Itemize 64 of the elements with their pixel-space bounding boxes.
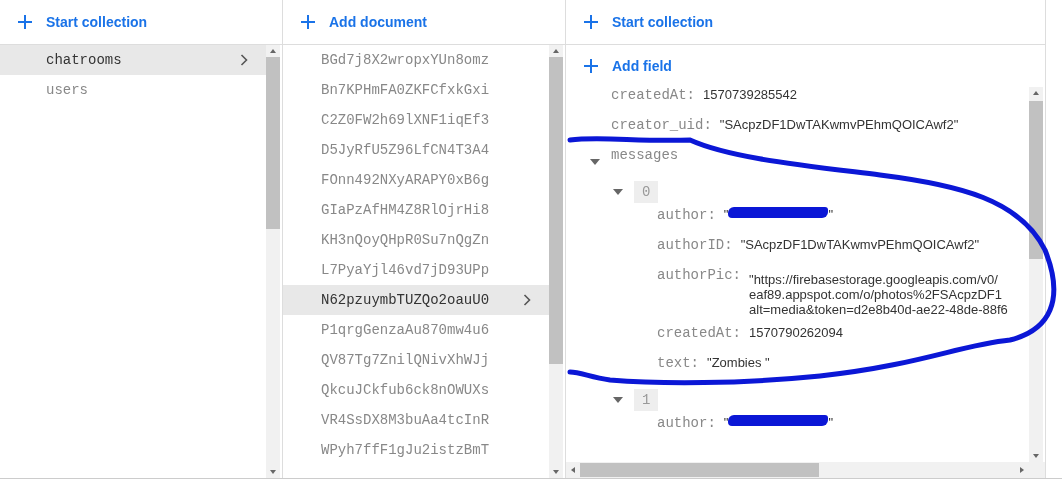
array-index[interactable]: 1 — [634, 389, 659, 411]
field-value: 1570790262094 — [749, 325, 843, 340]
document-item[interactable]: FOnn492NXyARAPY0xB6g — [283, 165, 549, 195]
document-item[interactable]: P1qrgGenzaAu870mw4u6 — [283, 315, 549, 345]
plus-icon — [18, 15, 32, 29]
document-item[interactable]: C2Z0FW2h69lXNF1iqEf3 — [283, 105, 549, 135]
caret-down-icon[interactable] — [613, 189, 623, 195]
document-item[interactable]: BGd7j8X2wropxYUn8omz — [283, 45, 549, 75]
scrollbar[interactable] — [266, 45, 280, 478]
scroll-left-icon[interactable] — [569, 466, 577, 474]
plus-icon — [584, 15, 598, 29]
field-key[interactable]: messages — [611, 147, 679, 163]
field-key: text: — [657, 355, 699, 371]
add-document-button[interactable]: Add document — [283, 7, 445, 37]
chevron-right-icon — [240, 54, 248, 66]
scroll-down-icon[interactable] — [1032, 452, 1040, 460]
document-item[interactable]: WPyh7ffF1gJu2istzBmT — [283, 435, 549, 465]
field-key: author: — [657, 415, 716, 431]
collection-item[interactable]: chatrooms — [0, 45, 266, 75]
document-item[interactable]: GIaPzAfHM4Z8RlOjrHi8 — [283, 195, 549, 225]
document-item[interactable]: N62pzuymbTUZQo2oauU0 — [283, 285, 549, 315]
quote-mark: " — [723, 415, 729, 430]
document-item[interactable]: QkcuJCkfub6ck8nOWUXs — [283, 375, 549, 405]
scroll-up-icon[interactable] — [269, 47, 277, 55]
scrollbar[interactable] — [566, 462, 1045, 478]
scroll-down-icon[interactable] — [269, 468, 277, 476]
add-field-button[interactable]: Add field — [566, 51, 690, 81]
scroll-up-icon[interactable] — [1032, 89, 1040, 97]
quote-mark: " — [828, 415, 834, 430]
document-item[interactable]: QV87Tg7ZnilQNivXhWJj — [283, 345, 549, 375]
field-value: "Zombies " — [707, 355, 770, 370]
caret-down-icon[interactable] — [613, 397, 623, 403]
scroll-right-icon[interactable] — [1018, 466, 1026, 474]
quote-mark: " — [723, 207, 729, 222]
plus-icon — [584, 59, 598, 73]
field-key: authorID: — [657, 237, 733, 253]
field-key: createdAt: — [657, 325, 741, 341]
plus-icon — [301, 15, 315, 29]
scrollbar[interactable] — [1029, 87, 1043, 462]
document-item[interactable]: Bn7KPHmFA0ZKFCfxkGxi — [283, 75, 549, 105]
start-collection-button[interactable]: Start collection — [0, 7, 166, 37]
start-collection-button[interactable]: Start collection — [566, 7, 732, 37]
field-value: 1570739285542 — [703, 87, 797, 102]
field-key: authorPic: — [657, 267, 741, 283]
document-item[interactable]: KH3nQoyQHpR0Su7nQgZn — [283, 225, 549, 255]
field-value-line: "https://firebasestorage.googleapis.com/v0/ — [749, 272, 999, 287]
field-value-line: eaf89.appspot.com/o/photos%2FSAcpzDF1 — [749, 287, 1003, 302]
field-value: "SAcpzDF1DwTAKwmvPEhmQOICAwf2" — [740, 237, 980, 252]
scrollbar[interactable] — [549, 45, 563, 478]
quote-mark: " — [828, 207, 834, 222]
field-key: author: — [657, 207, 716, 223]
collection-item[interactable]: users — [0, 75, 266, 105]
document-item[interactable]: L7PyaYjl46vd7jD93UPp — [283, 255, 549, 285]
document-item[interactable]: D5JyRfU5Z96LfCN4T3A4 — [283, 135, 549, 165]
field-key: createdAt: — [611, 87, 695, 103]
field-value: "SAcpzDF1DwTAKwmvPEhmQOICAwf2" — [719, 117, 959, 132]
field-key: creator_uid: — [611, 117, 712, 133]
array-index[interactable]: 0 — [634, 181, 659, 203]
chevron-right-icon — [523, 294, 531, 306]
scroll-down-icon[interactable] — [552, 468, 560, 476]
field-value-line: alt=media&token=d2e8b40d-ae22-48de-88f6 — [749, 302, 1008, 317]
caret-down-icon[interactable] — [590, 159, 600, 165]
document-item[interactable]: VR4SsDX8M3buAa4tcInR — [283, 405, 549, 435]
scroll-up-icon[interactable] — [552, 47, 560, 55]
